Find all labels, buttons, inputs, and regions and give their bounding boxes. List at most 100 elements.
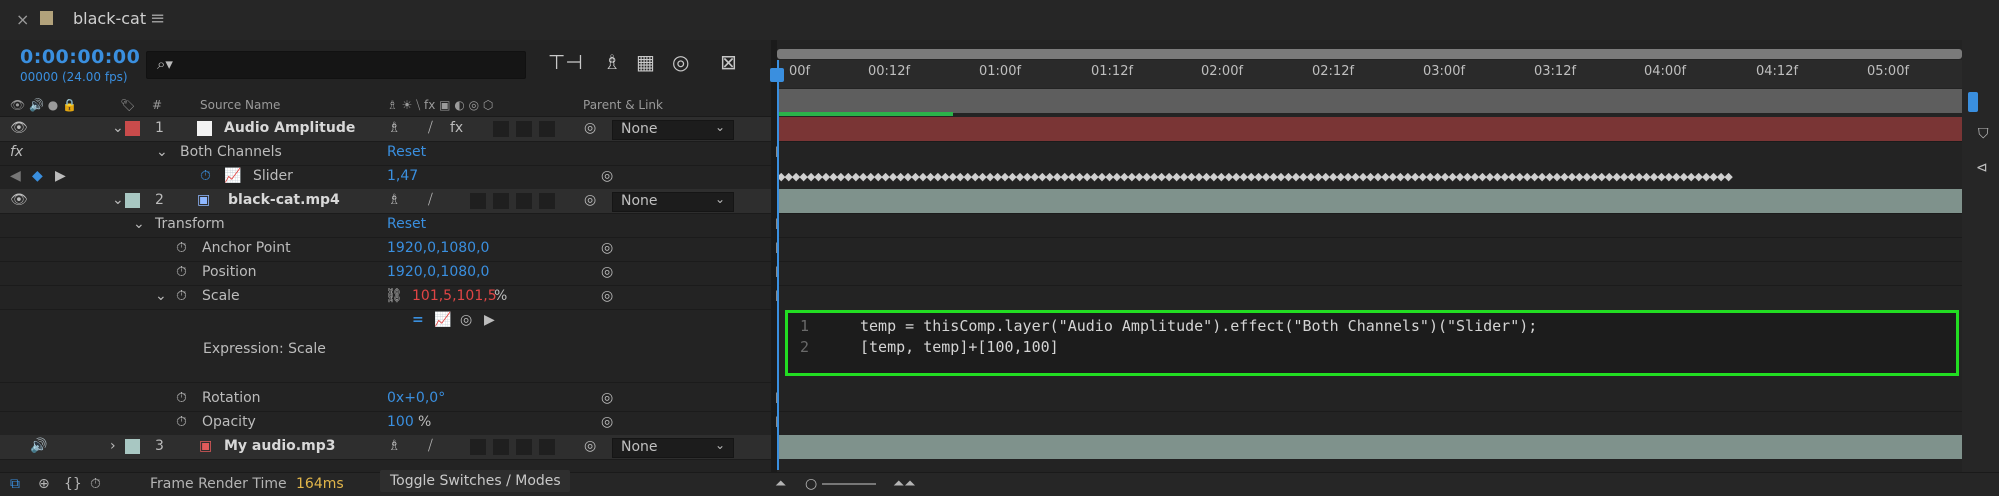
expand-chevron-icon[interactable]: ⌄ — [112, 192, 124, 208]
switch-slot[interactable] — [470, 439, 486, 455]
layer-label-color[interactable] — [125, 439, 140, 454]
zoom-out-icon[interactable]: ⏶ — [775, 476, 786, 492]
property-value[interactable]: 0x+0,0° — [387, 390, 445, 406]
stopwatch-icon[interactable]: ⏱ — [176, 390, 187, 406]
time-ruler[interactable]: 00f 00:12f 01:00f 01:12f 02:00f 02:12f 0… — [777, 60, 1962, 88]
expression-code-line[interactable]: temp = thisComp.layer("Audio Amplitude")… — [860, 317, 1537, 335]
layer-label-color[interactable] — [125, 193, 140, 208]
expression-graph-icon[interactable]: 📈 — [434, 312, 451, 328]
comp-flowchart-icon[interactable]: ⊤⊣ — [548, 50, 583, 74]
stopwatch-icon[interactable]: ⏱ — [176, 264, 187, 280]
stopwatch-icon[interactable]: ⏱ — [176, 240, 187, 256]
expression-editor[interactable]: 1 2 temp = thisComp.layer("Audio Amplitu… — [785, 310, 1959, 376]
next-keyframe-icon[interactable]: ▶ — [55, 168, 66, 184]
layer-name[interactable]: My audio.mp3 — [224, 438, 335, 454]
comp-button-icon[interactable]: ⊲ — [1976, 160, 1988, 176]
work-area-end-handle[interactable] — [1968, 92, 1978, 112]
expand-chevron-icon[interactable]: ⌄ — [112, 120, 124, 136]
switch-slot[interactable] — [539, 193, 555, 209]
comp-tab-title[interactable]: black-cat — [73, 9, 146, 28]
layer-row[interactable]: 🔊 › 3 ▣ My audio.mp3 ♗ ⧸ ◎ None ⌄ — [0, 435, 771, 460]
expression-language-menu-icon[interactable]: ▶ — [484, 312, 495, 328]
pickwhip-icon[interactable]: ◎ — [584, 192, 596, 208]
expand-chevron-icon[interactable]: ⌄ — [155, 288, 167, 304]
playhead-handle[interactable] — [770, 68, 784, 82]
property-value[interactable]: 101,5,101,5 — [412, 288, 497, 304]
switch-slot[interactable] — [493, 439, 509, 455]
expression-pickwhip-icon[interactable]: ◎ — [460, 312, 472, 328]
effect-reset-link[interactable]: Reset — [387, 144, 426, 160]
layer-name[interactable]: Audio Amplitude — [224, 120, 355, 136]
switch-slot[interactable] — [516, 439, 532, 455]
layer-switches-pane-icon[interactable]: ⧉ — [10, 476, 20, 492]
expression-code-line[interactable]: [temp, temp]+[100,100] — [860, 338, 1059, 356]
zoom-slider-track[interactable] — [822, 483, 876, 485]
shy-switch-icon[interactable]: ♗ — [388, 438, 401, 454]
expand-chevron-icon[interactable]: ⌄ — [156, 144, 168, 160]
parent-link-header[interactable]: Parent & Link — [583, 98, 663, 112]
switch-slot[interactable] — [516, 121, 532, 137]
toggle-switches-modes-button[interactable]: Toggle Switches / Modes — [380, 470, 570, 492]
parent-dropdown[interactable]: None ⌄ — [612, 438, 734, 458]
quality-switch-icon[interactable]: ⧸ — [428, 438, 433, 454]
prev-keyframe-icon[interactable]: ◀ — [10, 168, 21, 184]
property-value[interactable]: 1,47 — [387, 168, 418, 184]
switch-slot[interactable] — [539, 439, 555, 455]
render-time-pane-icon[interactable]: ⏱ — [90, 476, 101, 492]
close-tab-icon[interactable]: × — [16, 10, 29, 29]
layer-duration-bar[interactable] — [777, 189, 1962, 213]
parent-dropdown[interactable]: None ⌄ — [612, 192, 734, 212]
label-header-icon[interactable]: 🏷 — [120, 98, 135, 112]
time-navigator-bar[interactable] — [777, 49, 1962, 59]
pickwhip-icon[interactable]: ◎ — [601, 264, 613, 280]
current-time-display[interactable]: 0:00:00:00 — [20, 46, 140, 68]
shy-switch-icon[interactable]: ♗ — [388, 192, 401, 208]
comp-marker-bin-icon[interactable]: ⛉ — [1978, 126, 1989, 142]
parent-dropdown[interactable]: None ⌄ — [612, 120, 734, 140]
graph-icon[interactable]: 📈 — [224, 168, 241, 184]
constrain-link-icon[interactable]: ⛓ — [385, 288, 403, 304]
pickwhip-icon[interactable]: ◎ — [601, 168, 613, 184]
switch-slot[interactable] — [539, 121, 555, 137]
motion-blur-icon[interactable]: ◎ — [672, 50, 689, 74]
layer-row[interactable]: 👁 ⌄ 2 ▣ black-cat.mp4 ♗ ⧸ ◎ None ⌄ — [0, 189, 771, 214]
layer-duration-bar[interactable] — [777, 117, 1962, 141]
eye-icon[interactable]: 👁 — [10, 120, 28, 136]
pickwhip-icon[interactable]: ◎ — [601, 288, 613, 304]
property-value[interactable]: 1920,0,1080,0 — [387, 264, 489, 280]
zoom-in-icon[interactable]: ⏶⏶ — [893, 476, 915, 492]
work-area-bar[interactable] — [777, 89, 1962, 113]
eye-icon[interactable]: 👁 — [10, 192, 28, 208]
switch-slot[interactable] — [493, 121, 509, 137]
switch-slot[interactable] — [516, 193, 532, 209]
stopwatch-icon[interactable]: ⏱ — [200, 168, 211, 184]
layer-row[interactable]: 👁 ⌄ 1 Audio Amplitude ♗ ⧸ fx ◎ None ⌄ — [0, 117, 771, 142]
switch-slot[interactable] — [470, 193, 486, 209]
property-value[interactable]: 1920,0,1080,0 — [387, 240, 489, 256]
collapse-chevron-icon[interactable]: › — [110, 438, 116, 454]
modes-pane-icon[interactable]: ⊕ — [38, 476, 50, 492]
layer-duration-bar[interactable] — [777, 435, 1962, 459]
in-out-pane-icon[interactable]: {} — [64, 476, 82, 492]
layer-label-color[interactable] — [125, 121, 140, 136]
stopwatch-icon[interactable]: ⏱ — [176, 288, 187, 304]
pickwhip-icon[interactable]: ◎ — [584, 120, 596, 136]
stopwatch-icon[interactable]: ⏱ — [176, 414, 187, 430]
effect-switch-icon[interactable]: fx — [450, 120, 463, 136]
quality-switch-icon[interactable]: ⧸ — [428, 120, 433, 136]
quality-switch-icon[interactable]: ⧸ — [428, 192, 433, 208]
switch-slot[interactable] — [493, 193, 509, 209]
property-value[interactable]: 100 — [387, 414, 414, 430]
pickwhip-icon[interactable]: ◎ — [601, 390, 613, 406]
expand-chevron-icon[interactable]: ⌄ — [133, 216, 145, 232]
graph-editor-icon[interactable]: ⊠ — [720, 50, 737, 74]
keyframes-track[interactable]: ◆◆◆◆◆◆◆◆◆◆◆◆◆◆◆◆◆◆◆◆◆◆◆◆◆◆◆◆◆◆◆◆◆◆◆◆◆◆◆◆… — [777, 165, 1962, 189]
shy-layers-icon[interactable]: ♗ — [603, 50, 621, 74]
expression-enable-icon[interactable]: = — [412, 312, 424, 328]
shy-switch-icon[interactable]: ♗ — [388, 120, 401, 136]
pickwhip-icon[interactable]: ◎ — [584, 438, 596, 454]
frame-blending-icon[interactable]: ▦ — [636, 50, 655, 74]
panel-menu-icon[interactable]: ≡ — [150, 8, 165, 29]
audio-speaker-icon[interactable]: 🔊 — [30, 438, 47, 454]
layer-name[interactable]: black-cat.mp4 — [228, 192, 340, 208]
